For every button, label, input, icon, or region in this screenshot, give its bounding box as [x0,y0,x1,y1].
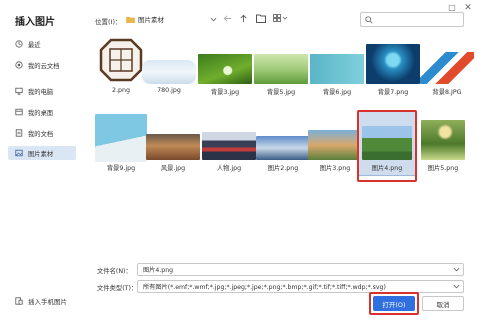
file-thumbnail [201,114,257,160]
sidebar-item-desktop[interactable]: 我的桌面 [8,105,76,119]
desktop-icon [15,108,23,116]
file-thumbnail [145,114,201,160]
sidebar-item-image-assets[interactable]: 图片素材 [8,146,76,160]
chevron-down-icon [453,267,460,272]
location-value: 图片素材 [138,16,164,24]
search-input[interactable] [360,12,464,27]
sidebar-item-label: 我的文档 [28,130,54,138]
insert-picture-dialog: □ ✕ 插入图片 最近 我的云文档 我的电脑 我的桌面 我的文档 图片素材 插入… [0,0,482,327]
filename-input[interactable]: 图片4.png [137,263,464,276]
up-button[interactable] [238,13,249,24]
sidebar-item-label: 最近 [28,41,41,49]
sidebar-item-label: 我的云文档 [28,62,60,70]
view-grid-icon [272,14,287,22]
location-label: 位置(I)： [95,18,122,26]
file-thumbnail [197,38,253,84]
back-button[interactable] [222,13,233,24]
file-name: 图片5.png [427,165,459,172]
file-name: 背景8.JPG [432,89,462,96]
insert-phone-image-label: 插入手机图片 [28,298,67,306]
dialog-title: 插入图片 [15,17,55,28]
image-folder-icon [15,149,23,157]
new-folder-button[interactable] [255,13,266,24]
document-icon [15,129,23,137]
location-dropdown[interactable]: 图片素材 [123,12,219,26]
filename-label: 文件名(N)： [97,268,132,275]
view-mode-button[interactable] [272,13,288,24]
arrow-up-icon [240,14,247,23]
folder-icon [126,16,135,23]
phone-image-icon [15,297,23,305]
file-thumbnail [253,38,309,84]
sidebar-item-recent[interactable]: 最近 [8,37,76,51]
sidebar-item-label: 我的电脑 [28,88,54,96]
cloud-doc-icon [15,61,23,69]
monitor-icon [15,87,23,95]
new-folder-icon [255,14,266,23]
file-thumbnail [141,38,197,84]
file-item[interactable]: 背景8.JPG [414,38,480,98]
file-thumbnail [415,114,471,160]
file-thumbnail [419,38,475,84]
insert-phone-image-link[interactable]: 插入手机图片 [8,296,67,306]
sidebar-item-label: 我的桌面 [28,109,54,117]
sidebar-item-my-documents[interactable]: 我的文档 [8,126,76,140]
file-item[interactable]: 图片5.png [410,114,476,174]
sidebar-item-my-computer[interactable]: 我的电脑 [8,84,76,98]
search-icon [365,16,373,24]
clock-icon [15,40,23,48]
sidebar-item-cloud-docs[interactable]: 我的云文档 [8,58,76,72]
sidebar-item-label: 图片素材 [28,150,54,158]
file-thumbnail [365,38,421,84]
arrow-left-icon [223,15,232,22]
chevron-down-icon [210,17,217,21]
filetype-label: 文件类型(T)： [97,285,138,292]
file-thumbnail [309,38,365,84]
open-button-highlight [369,292,419,315]
sidebar: 插入图片 最近 我的云文档 我的电脑 我的桌面 我的文档 图片素材 插入手机图片 [0,0,80,327]
filename-value: 图片4.png [143,267,174,274]
chevron-down-icon [453,284,460,289]
cancel-button[interactable]: 取消 [422,296,464,311]
filetype-value: 所有图片(*.emf;*.wmf;*.jpg;*.jpeg;*.jpe;*.pn… [143,284,386,291]
selected-file-highlight [357,110,417,182]
